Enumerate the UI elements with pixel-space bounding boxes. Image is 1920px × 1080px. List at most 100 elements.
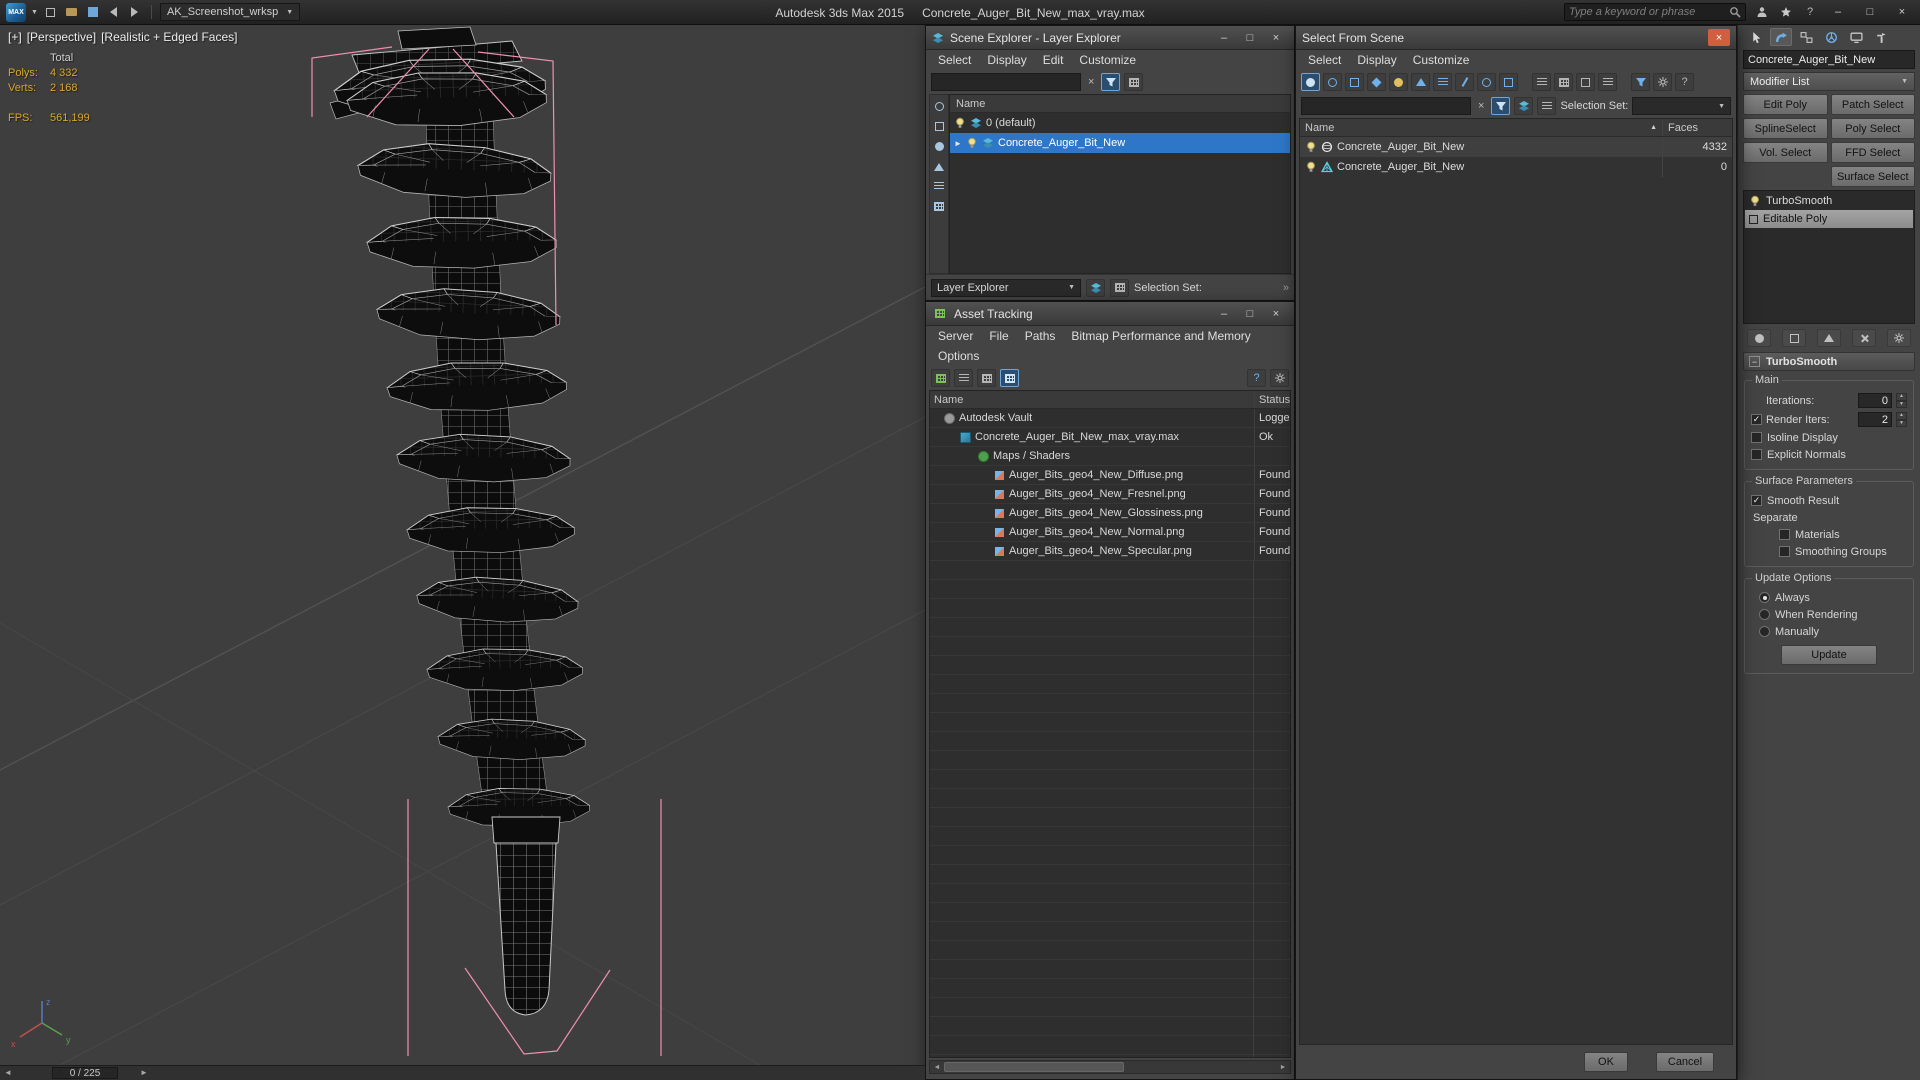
show-end-result-icon[interactable] — [1782, 329, 1806, 347]
materials-checkbox[interactable] — [1779, 529, 1790, 540]
filter-lights-icon[interactable] — [932, 139, 947, 154]
display-cameras-icon[interactable] — [1411, 73, 1430, 91]
redo-icon[interactable] — [127, 4, 143, 20]
display-all-icon[interactable] — [1301, 73, 1320, 91]
refresh-icon[interactable] — [931, 369, 950, 387]
previous-frame-icon[interactable]: ◄ — [4, 1068, 12, 1077]
surface-select-button[interactable]: Surface Select — [1830, 166, 1915, 187]
list-view-icon[interactable] — [1532, 73, 1551, 91]
layer-list-empty-area[interactable] — [950, 153, 1290, 273]
asset-row[interactable]: Autodesk Vault Logge — [930, 409, 1290, 428]
display-bones-icon[interactable] — [1477, 73, 1496, 91]
faces-column-header[interactable]: Faces — [1662, 119, 1732, 136]
filter-geometry-icon[interactable] — [932, 119, 947, 134]
explorer-mode-selector[interactable]: Layer Explorer ▼ — [931, 278, 1081, 297]
display-lights-icon[interactable] — [1389, 73, 1408, 91]
filter-all-icon[interactable] — [932, 99, 947, 114]
status-column-header[interactable]: Status — [1254, 391, 1290, 408]
infocenter-search[interactable] — [1564, 3, 1746, 21]
object-list-empty-area[interactable] — [1300, 177, 1732, 1044]
iterations-spinner[interactable]: ▲ ▼ — [1896, 393, 1907, 408]
modifier-list-dropdown[interactable]: Modifier List ▼ — [1743, 72, 1915, 91]
vol-select-button[interactable]: Vol. Select — [1743, 142, 1828, 163]
tab-utilities[interactable] — [1870, 28, 1892, 46]
save-file-icon[interactable] — [85, 4, 101, 20]
modifier-stack-item-selected[interactable]: Editable Poly — [1745, 210, 1913, 228]
menu-file[interactable]: File — [981, 327, 1016, 345]
manually-radio[interactable] — [1759, 626, 1770, 637]
search-icon[interactable] — [1729, 6, 1741, 18]
visibility-bulb-icon[interactable] — [1305, 141, 1317, 153]
horizontal-scrollbar[interactable]: ◄ ► — [929, 1060, 1291, 1074]
asset-row[interactable]: Auger_Bits_geo4_New_Fresnel.png Found — [930, 485, 1290, 504]
render-iters-checkbox[interactable]: ✓ — [1751, 414, 1762, 425]
ok-button[interactable]: OK — [1584, 1052, 1628, 1072]
menu-select[interactable]: Select — [1300, 51, 1349, 69]
name-column-header[interactable]: Name ▲ — [1300, 119, 1662, 136]
asset-row[interactable]: Auger_Bits_geo4_New_Specular.png Found — [930, 542, 1290, 561]
details-view-icon[interactable] — [954, 369, 973, 387]
expand-icon[interactable]: ► — [954, 139, 962, 148]
filter-materials-icon[interactable] — [932, 199, 947, 214]
filter-cameras-icon[interactable] — [932, 159, 947, 174]
render-iters-field[interactable]: 2 — [1858, 412, 1892, 427]
frame-indicator[interactable]: 0 / 225 — [52, 1067, 118, 1079]
display-none-icon[interactable] — [1323, 73, 1342, 91]
search-filter-icon[interactable] — [1491, 97, 1511, 115]
next-frame-icon[interactable]: ► — [140, 1068, 148, 1077]
scroll-right-icon[interactable]: ► — [1276, 1064, 1290, 1071]
layer-row[interactable]: 0 (default) — [950, 113, 1290, 133]
close-button[interactable]: × — [1264, 305, 1288, 322]
favorites-icon[interactable] — [1778, 4, 1794, 20]
table-view-icon[interactable] — [1000, 369, 1019, 387]
tab-hierarchy[interactable] — [1795, 28, 1817, 46]
find-input[interactable] — [1301, 97, 1471, 115]
minimize-button[interactable]: – — [1212, 305, 1236, 322]
layer-grouping-icon[interactable] — [1514, 97, 1534, 115]
turbosmooth-rollout-header[interactable]: − TurboSmooth — [1743, 352, 1915, 371]
app-menu-arrow-icon[interactable]: ▼ — [31, 9, 38, 16]
make-unique-icon[interactable] — [1817, 329, 1841, 347]
tab-modify[interactable] — [1770, 28, 1792, 46]
menu-customize[interactable]: Customize — [1071, 51, 1144, 69]
patch-select-button[interactable]: Patch Select — [1830, 94, 1915, 115]
open-file-icon[interactable] — [64, 4, 80, 20]
scroll-thumb[interactable] — [944, 1062, 1124, 1072]
poly-select-button[interactable]: Poly Select — [1830, 118, 1915, 139]
help-icon[interactable]: ? — [1675, 73, 1694, 91]
minimize-button[interactable]: – — [1826, 4, 1850, 21]
flat-view-icon[interactable] — [1598, 73, 1617, 91]
explicit-normals-checkbox[interactable] — [1751, 449, 1762, 460]
configure-modifier-sets-icon[interactable] — [1887, 329, 1911, 347]
close-button[interactable]: × — [1264, 29, 1288, 46]
display-groups-icon[interactable] — [1499, 73, 1518, 91]
update-button[interactable]: Update — [1781, 645, 1877, 665]
tab-display[interactable] — [1845, 28, 1867, 46]
asset-row[interactable]: Auger_Bits_geo4_New_Glossiness.png Found — [930, 504, 1290, 523]
display-geometry-icon[interactable] — [1345, 73, 1364, 91]
workspace-selector[interactable]: AK_Screenshot_wrksp ▼ — [159, 3, 301, 21]
asset-row[interactable]: Maps / Shaders — [930, 447, 1290, 466]
minimize-button[interactable]: – — [1212, 29, 1236, 46]
visibility-bulb-icon[interactable] — [966, 137, 978, 149]
help-icon[interactable]: ? — [1247, 369, 1266, 387]
scene-explorer-titlebar[interactable]: Scene Explorer - Layer Explorer – □ × — [926, 26, 1294, 50]
isoline-display-checkbox[interactable] — [1751, 432, 1762, 443]
maximize-button[interactable]: □ — [1238, 305, 1262, 322]
close-button[interactable]: × — [1708, 29, 1730, 46]
render-iters-spinner[interactable]: ▲ ▼ — [1896, 412, 1907, 427]
selection-set-selector[interactable]: ▼ — [1632, 97, 1731, 115]
scroll-left-icon[interactable]: ◄ — [930, 1064, 944, 1071]
search-filter-icon[interactable] — [1101, 73, 1121, 91]
name-column-header[interactable]: Name — [930, 391, 1254, 408]
remove-modifier-icon[interactable] — [1852, 329, 1876, 347]
display-spacewarps-icon[interactable] — [1455, 73, 1474, 91]
layer-row-selected[interactable]: ► Concrete_Auger_Bit_New — [950, 133, 1290, 153]
clear-search-icon[interactable]: × — [1475, 100, 1487, 112]
visibility-bulb-icon[interactable] — [1305, 161, 1317, 173]
ffd-select-button[interactable]: FFD Select — [1830, 142, 1915, 163]
menu-edit[interactable]: Edit — [1035, 51, 1072, 69]
object-name-field[interactable] — [1743, 50, 1915, 69]
when-rendering-radio[interactable] — [1759, 609, 1770, 620]
asset-row[interactable]: Auger_Bits_geo4_New_Normal.png Found — [930, 523, 1290, 542]
